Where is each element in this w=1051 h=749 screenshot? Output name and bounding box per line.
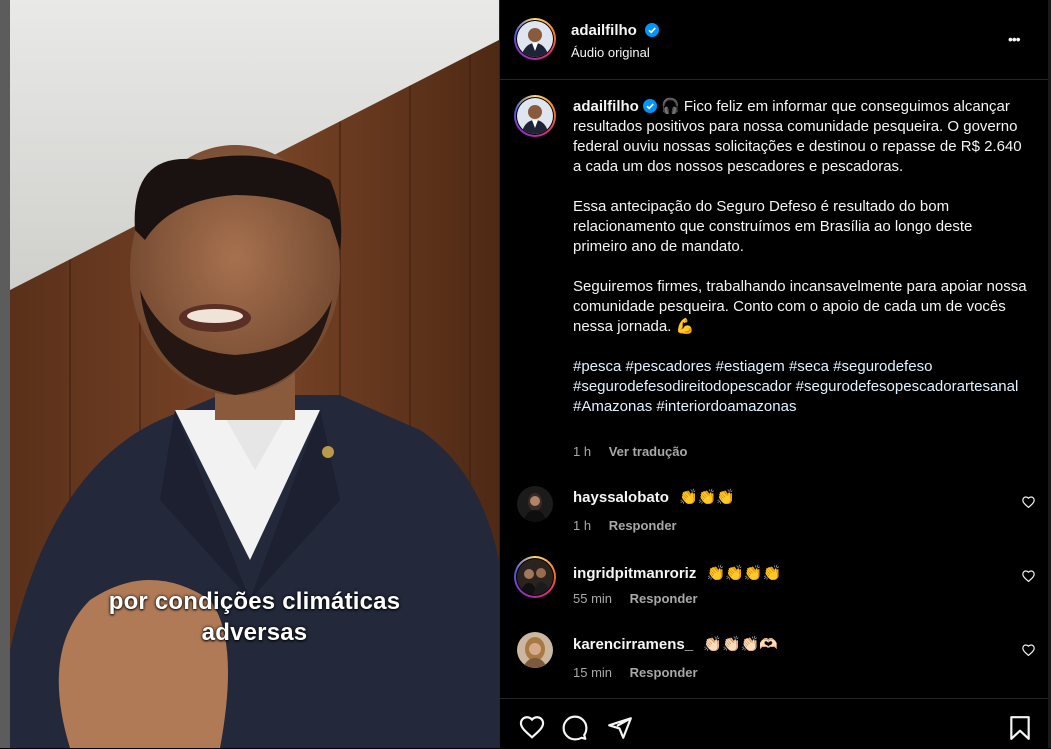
- comment-item: ingridpitmanroriz 👏👏👏👏 55 min Responder: [500, 556, 1049, 616]
- author-username[interactable]: adailfilho: [571, 22, 637, 39]
- caption-text-3: Seguiremos firmes, trabalhando incansave…: [573, 278, 1027, 335]
- reply-button[interactable]: Responder: [630, 665, 698, 680]
- caption-text-2: Essa antecipação do Seguro Defeso é resu…: [573, 198, 973, 255]
- page-backdrop: [0, 0, 10, 748]
- avatar-photo: [517, 486, 553, 522]
- avatar-photo: [517, 98, 553, 134]
- comment-time[interactable]: 55 min: [573, 591, 612, 606]
- commenter-avatar[interactable]: [517, 632, 553, 668]
- caption-text-1: Fico feliz em informar que conseguimos a…: [573, 98, 1022, 175]
- comment-time[interactable]: 1 h: [573, 518, 591, 533]
- caption-hashtags[interactable]: #pesca #pescadores #estiagem #seca #segu…: [573, 357, 1028, 417]
- like-icon[interactable]: [519, 715, 545, 739]
- caption-author-avatar[interactable]: [514, 95, 556, 137]
- caption-username[interactable]: adailfilho: [573, 98, 639, 115]
- comment-text: 👏🏻👏🏻👏🏻🫶🏻: [703, 636, 778, 653]
- commenter-avatar[interactable]: [514, 556, 556, 598]
- like-comment-icon[interactable]: [1022, 644, 1035, 656]
- comment-username[interactable]: karencirramens_: [573, 636, 693, 653]
- comment-icon[interactable]: [562, 715, 588, 741]
- more-options-icon[interactable]: •••: [1008, 31, 1021, 47]
- post-timestamp[interactable]: 1 h: [573, 444, 591, 459]
- save-bookmark-icon[interactable]: [1008, 715, 1032, 741]
- commenter-avatar[interactable]: [517, 486, 553, 522]
- share-icon[interactable]: [607, 715, 633, 741]
- video-caption-line-2: adversas: [201, 619, 308, 646]
- comment-username[interactable]: hayssalobato: [573, 489, 669, 506]
- avatar-photo: [517, 632, 553, 668]
- comment-time[interactable]: 15 min: [573, 665, 612, 680]
- headphones-emoji: 🎧: [661, 98, 680, 115]
- author-avatar[interactable]: [514, 18, 556, 60]
- comment-item: karencirramens_ 👏🏻👏🏻👏🏻🫶🏻 15 min Responde…: [500, 630, 1049, 690]
- see-translation-link[interactable]: Ver tradução: [609, 444, 688, 459]
- reply-button[interactable]: Responder: [630, 591, 698, 606]
- verified-badge-icon: [645, 23, 660, 37]
- comment-item: hayssalobato 👏👏👏 1 h Responder: [500, 484, 1049, 544]
- post-action-bar: [500, 698, 1049, 749]
- reel-video[interactable]: por condições climáticas adversas: [10, 0, 499, 748]
- like-comment-icon[interactable]: [1022, 570, 1035, 582]
- post-panel: adailfilho Áudio original ••• adailfilho…: [499, 0, 1049, 748]
- audio-label[interactable]: Áudio original: [571, 45, 650, 60]
- avatar-photo: [517, 559, 553, 595]
- video-caption-line-1: por condições climáticas: [106, 588, 402, 615]
- like-comment-icon[interactable]: [1022, 496, 1035, 508]
- comment-text: 👏👏👏: [679, 489, 736, 506]
- post-header: adailfilho Áudio original •••: [500, 0, 1049, 80]
- comment-username[interactable]: ingridpitmanroriz: [573, 565, 696, 582]
- verified-badge-icon: [642, 99, 657, 113]
- comment-text: 👏👏👏👏: [706, 565, 782, 582]
- avatar-photo: [517, 21, 553, 57]
- post-caption: adailfilho 🎧 Fico feliz em informar que …: [573, 97, 1028, 437]
- reply-button[interactable]: Responder: [609, 518, 677, 533]
- caption-paragraph: adailfilho 🎧 Fico feliz em informar que …: [573, 97, 1028, 177]
